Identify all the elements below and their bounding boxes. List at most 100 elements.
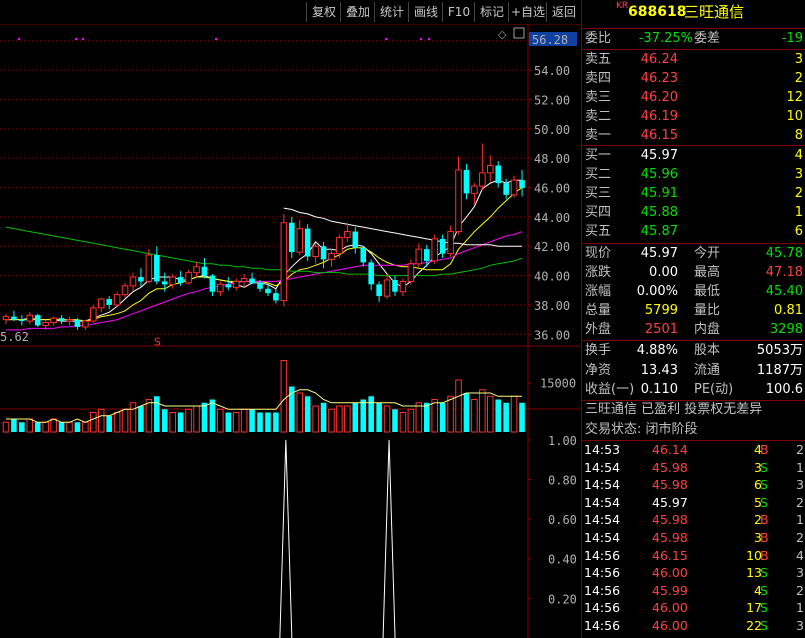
min-price-label: 5.62	[0, 330, 29, 344]
tick-price: 46.14	[652, 442, 688, 457]
candle-body	[82, 320, 89, 328]
candle-body	[495, 165, 501, 184]
candle-body	[320, 246, 327, 260]
candle-body	[50, 317, 57, 324]
row-label: 买一	[585, 148, 612, 163]
volume-bar	[169, 412, 176, 433]
row-label-2: 股本	[694, 343, 721, 358]
volume-bar	[423, 402, 430, 432]
volume-bar	[503, 402, 509, 432]
tick-n: 4	[796, 547, 804, 563]
candle-body	[415, 248, 423, 265]
volume-bar	[90, 412, 97, 433]
tick-row: 14:54 45.98 3 B 2	[582, 529, 805, 547]
candle-body	[129, 276, 137, 287]
volume-bar	[129, 402, 137, 433]
ask-row: 卖三 46.20 12	[582, 88, 805, 108]
s-marker: S	[154, 336, 161, 349]
row-value-2: 1187万	[756, 362, 803, 378]
toolbar-button-1[interactable]: 叠加	[340, 2, 375, 22]
price-tick-label: 52.00	[534, 93, 570, 107]
price-tick-label: 46.00	[534, 182, 570, 196]
volume-bar	[471, 399, 478, 433]
price-tick-label: 50.00	[534, 123, 570, 137]
row-value: 46.19	[640, 109, 678, 124]
candle-body	[265, 288, 271, 294]
row-label-2: 最高	[694, 265, 721, 280]
toolbar-button-7[interactable]: 返回	[546, 2, 581, 22]
row-value: 46.23	[640, 71, 678, 86]
indicator-tick-label: 0.60	[548, 513, 577, 527]
candle-body	[145, 254, 153, 282]
tick-price: 46.00	[652, 618, 688, 633]
row-value-2: 12	[786, 90, 803, 105]
candle-body	[455, 169, 462, 233]
candle-body	[11, 316, 17, 320]
volume-bar	[58, 422, 65, 432]
candle-body	[289, 222, 295, 253]
tick-time: 14:54	[584, 512, 621, 528]
tick-side: B	[760, 442, 769, 457]
toolbar-button-3[interactable]: 画线	[408, 2, 443, 22]
candle-body	[232, 280, 240, 288]
row-label: 买二	[585, 167, 612, 182]
tick-side: S	[760, 477, 768, 493]
price-tick-label: 48.00	[534, 152, 570, 166]
marker-dot	[215, 38, 217, 40]
toolbar-button-5[interactable]: 标记	[474, 2, 509, 22]
tick-time: 14:53	[584, 442, 621, 457]
volume-bar	[74, 422, 81, 432]
tick-row: 14:53 46.14 4 B 2	[582, 441, 805, 459]
volume-bar	[431, 399, 438, 433]
tick-side: S	[760, 459, 768, 475]
candle-body	[471, 185, 478, 194]
candle-body	[169, 276, 176, 285]
stat-row: 外盘 2501 内盘 3298	[582, 320, 805, 340]
stat-row: 涨跌 0.00 最高 47.18	[582, 263, 805, 283]
row-label: 净资	[585, 362, 612, 378]
row-value-2: 6	[794, 224, 803, 239]
fundamental-row: 换手 4.88% 股本 5053万	[582, 341, 805, 361]
fundamental-row: 净资 13.43 流通 1187万	[582, 361, 805, 381]
volume-bar	[344, 405, 351, 433]
candle-body	[225, 284, 232, 288]
info-line-1: 三旺通信 已盈利 投票权无差异	[585, 402, 763, 417]
toolbar-button-0[interactable]: 复权	[306, 2, 341, 22]
volume-bar	[145, 399, 153, 433]
row-value: 46.20	[640, 90, 678, 105]
row-label: 收益(一)	[585, 382, 635, 397]
candle-body	[177, 277, 184, 283]
candle-body	[486, 165, 494, 174]
tick-time: 14:56	[584, 618, 621, 633]
tick-n: 3	[796, 618, 804, 633]
indicator-tick-label: 0.80	[548, 473, 577, 487]
row-value-2: 3298	[769, 322, 803, 337]
volume-bar	[495, 399, 501, 432]
tick-side: S	[760, 565, 768, 581]
tick-side: S	[760, 494, 768, 510]
toolbar-button-6[interactable]: +自选	[508, 2, 547, 22]
candle-body	[447, 231, 454, 255]
toolbar-button-4[interactable]: F10	[442, 2, 475, 22]
volume-bar	[249, 409, 255, 432]
chart-area[interactable]: 56.0054.0052.0050.0048.0046.0044.0042.00…	[0, 24, 580, 638]
candle-body	[257, 282, 263, 289]
volume-bar	[66, 421, 73, 433]
tick-n: 2	[796, 530, 804, 545]
tick-n: 2	[796, 494, 804, 510]
toolbar-button-2[interactable]: 统计	[374, 2, 409, 22]
volume-bar	[383, 405, 391, 433]
tick-price: 45.98	[652, 477, 688, 493]
indicator-tick-label: 0.20	[548, 592, 577, 606]
tick-n: 3	[796, 565, 804, 581]
candle-body	[280, 222, 288, 302]
indicator-tick-label: 1.00	[548, 434, 577, 448]
candle-body	[34, 315, 41, 326]
marker-dot	[75, 38, 77, 40]
row-value: 45.97	[640, 246, 678, 261]
tick-row: 14:56 46.00 22 S 3	[582, 617, 805, 635]
volume-bar	[185, 408, 192, 433]
row-value-2: 4	[794, 148, 803, 163]
candle-body	[193, 266, 200, 274]
row-label: 卖二	[585, 109, 612, 124]
